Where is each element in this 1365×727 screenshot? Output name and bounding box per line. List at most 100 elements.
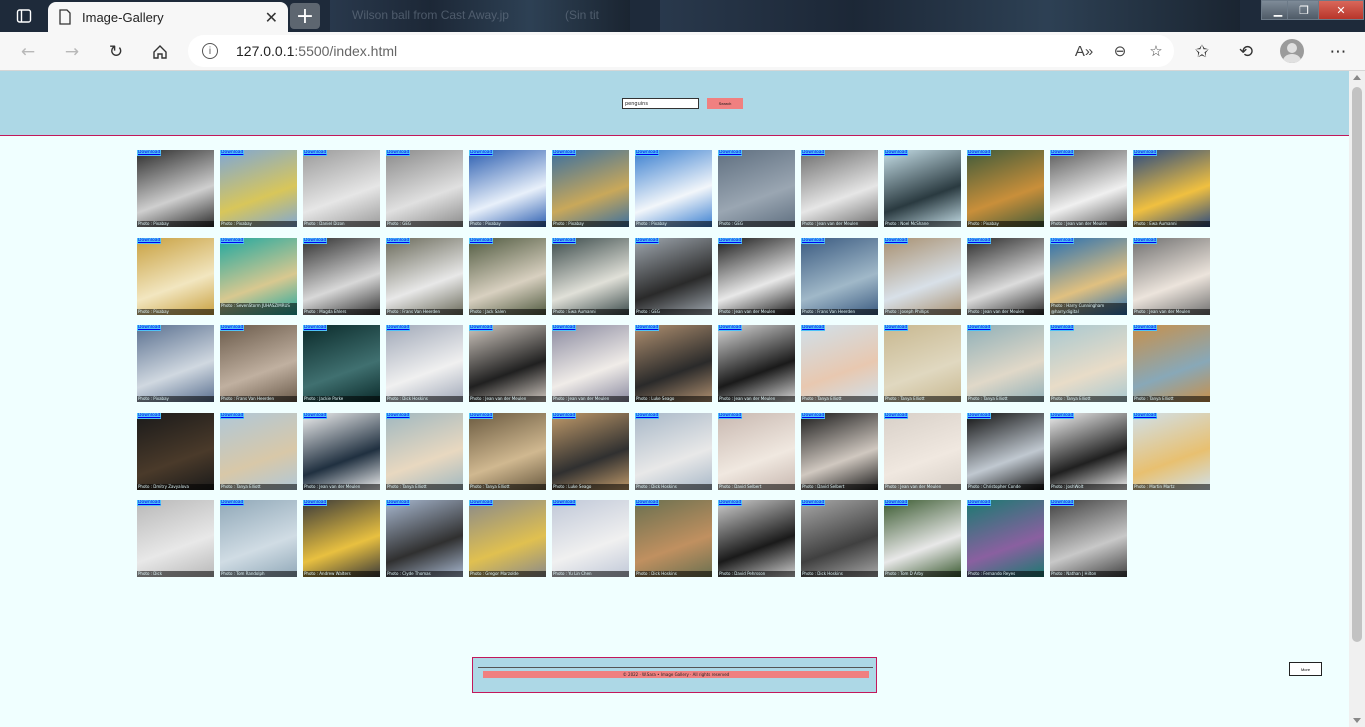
favorites-button[interactable]: ✩ xyxy=(1188,38,1216,66)
download-link[interactable]: Download xyxy=(303,412,328,419)
new-tab-button[interactable]: + xyxy=(290,3,320,29)
download-link[interactable]: Download xyxy=(718,412,743,419)
download-link[interactable]: Download xyxy=(884,500,909,506)
download-link[interactable]: Download xyxy=(801,412,826,419)
download-link[interactable]: Download xyxy=(635,500,660,506)
zoom-out-icon[interactable]: ⊖ xyxy=(1102,42,1138,60)
scroll-up-icon[interactable] xyxy=(1353,75,1361,80)
download-link[interactable]: Download xyxy=(303,500,328,506)
close-window-button[interactable]: ✕ xyxy=(1318,0,1364,20)
download-link[interactable]: Download xyxy=(884,150,909,156)
gallery-card: Download Photo : Noel McShane xyxy=(884,150,961,227)
download-link[interactable]: Download xyxy=(469,325,494,331)
gallery-card: Download Photo : Jean van der Meulen xyxy=(718,237,795,315)
download-link[interactable]: Download xyxy=(635,325,660,331)
download-link[interactable]: Download xyxy=(1133,237,1158,244)
download-link[interactable]: Download xyxy=(967,237,992,244)
download-link[interactable]: Download xyxy=(967,412,992,419)
profile-icon[interactable] xyxy=(1280,39,1304,63)
download-link[interactable]: Download xyxy=(386,500,411,506)
history-button[interactable]: ⟲ xyxy=(1232,38,1260,66)
read-aloud-icon[interactable]: A» xyxy=(1066,43,1102,60)
maximize-button[interactable]: ❐ xyxy=(1287,0,1321,20)
download-link[interactable]: Download xyxy=(469,500,494,506)
refresh-button[interactable]: ↻ xyxy=(102,38,130,66)
download-link[interactable]: Download xyxy=(884,237,909,244)
search-button[interactable]: Search xyxy=(707,98,743,109)
search-input[interactable] xyxy=(622,98,699,109)
vertical-scrollbar[interactable] xyxy=(1349,71,1365,727)
info-icon[interactable]: i xyxy=(202,43,218,59)
scroll-down-icon[interactable] xyxy=(1353,718,1361,723)
download-link[interactable]: Download xyxy=(220,237,245,244)
download-link[interactable]: Download xyxy=(137,237,162,244)
download-link[interactable]: Download xyxy=(1050,237,1075,244)
photo-credit: Photo : David Selbert xyxy=(718,483,795,490)
download-link[interactable]: Download xyxy=(386,150,411,156)
gallery-card: Download Photo : GEG xyxy=(635,237,712,315)
download-link[interactable]: Download xyxy=(884,412,909,419)
home-button[interactable] xyxy=(146,38,174,66)
download-link[interactable]: Download xyxy=(718,150,743,156)
download-link[interactable]: Download xyxy=(386,237,411,244)
download-link[interactable]: Download xyxy=(1050,325,1075,331)
tab-actions-button[interactable] xyxy=(8,4,40,28)
download-link[interactable]: Download xyxy=(137,325,162,331)
download-link[interactable]: Download xyxy=(137,412,162,419)
download-link[interactable]: Download xyxy=(967,325,992,331)
download-link[interactable]: Download xyxy=(220,500,245,506)
address-bar[interactable]: i 127.0.0.1 :5500/index.html A» ⊖ ☆ xyxy=(188,35,1174,67)
download-link[interactable]: Download xyxy=(718,500,743,506)
more-button[interactable]: More xyxy=(1289,662,1322,676)
forward-button[interactable]: → xyxy=(58,38,86,66)
download-link[interactable]: Download xyxy=(967,150,992,156)
download-link[interactable]: Download xyxy=(552,412,577,419)
download-link[interactable]: Download xyxy=(884,325,909,331)
gallery-card: Download Photo : Tom Randolph xyxy=(220,500,297,577)
photo-credit: Photo : Dick Hoskins xyxy=(801,571,878,577)
download-link[interactable]: Download xyxy=(801,325,826,331)
scrollbar-thumb[interactable] xyxy=(1352,87,1362,642)
close-icon[interactable]: ✕ xyxy=(265,8,278,27)
download-link[interactable]: Download xyxy=(386,325,411,331)
download-link[interactable]: Download xyxy=(386,412,411,419)
download-link[interactable]: Download xyxy=(303,150,328,156)
download-link[interactable]: Download xyxy=(801,150,826,156)
download-link[interactable]: Download xyxy=(801,237,826,244)
download-link[interactable]: Download xyxy=(469,412,494,419)
active-tab[interactable]: Image-Gallery ✕ xyxy=(48,2,288,32)
download-link[interactable]: Download xyxy=(718,325,743,331)
download-link[interactable]: Download xyxy=(220,325,245,331)
download-link[interactable]: Download xyxy=(1050,500,1075,506)
back-button[interactable]: ← xyxy=(14,38,42,66)
download-link[interactable]: Download xyxy=(1050,412,1075,419)
more-menu-button[interactable]: ⋯ xyxy=(1324,38,1352,66)
download-link[interactable]: Download xyxy=(552,500,577,506)
download-link[interactable]: Download xyxy=(552,325,577,331)
download-link[interactable]: Download xyxy=(1133,325,1158,331)
home-icon xyxy=(153,45,167,59)
add-favorite-icon[interactable]: ☆ xyxy=(1138,42,1174,60)
download-link[interactable]: Download xyxy=(967,500,992,506)
inactive-tab[interactable]: Wilson ball from Cast Away.jp xyxy=(352,8,509,22)
download-link[interactable]: Download xyxy=(635,150,660,156)
download-link[interactable]: Download xyxy=(469,237,494,244)
download-link[interactable]: Download xyxy=(303,325,328,331)
download-link[interactable]: Download xyxy=(552,237,577,244)
inactive-tab[interactable]: (Sin tit xyxy=(565,8,599,22)
download-link[interactable]: Download xyxy=(1133,150,1158,156)
download-link[interactable]: Download xyxy=(303,237,328,244)
download-link[interactable]: Download xyxy=(469,150,494,156)
download-link[interactable]: Download xyxy=(635,412,660,419)
download-link[interactable]: Download xyxy=(220,150,245,156)
gallery-card: Download Photo : Luke Seago xyxy=(552,412,629,490)
download-link[interactable]: Download xyxy=(718,237,743,244)
download-link[interactable]: Download xyxy=(137,150,162,156)
download-link[interactable]: Download xyxy=(801,500,826,506)
download-link[interactable]: Download xyxy=(220,412,245,419)
download-link[interactable]: Download xyxy=(552,150,577,156)
download-link[interactable]: Download xyxy=(1050,150,1075,156)
download-link[interactable]: Download xyxy=(137,500,162,506)
download-link[interactable]: Download xyxy=(1133,412,1158,419)
download-link[interactable]: Download xyxy=(635,237,660,244)
